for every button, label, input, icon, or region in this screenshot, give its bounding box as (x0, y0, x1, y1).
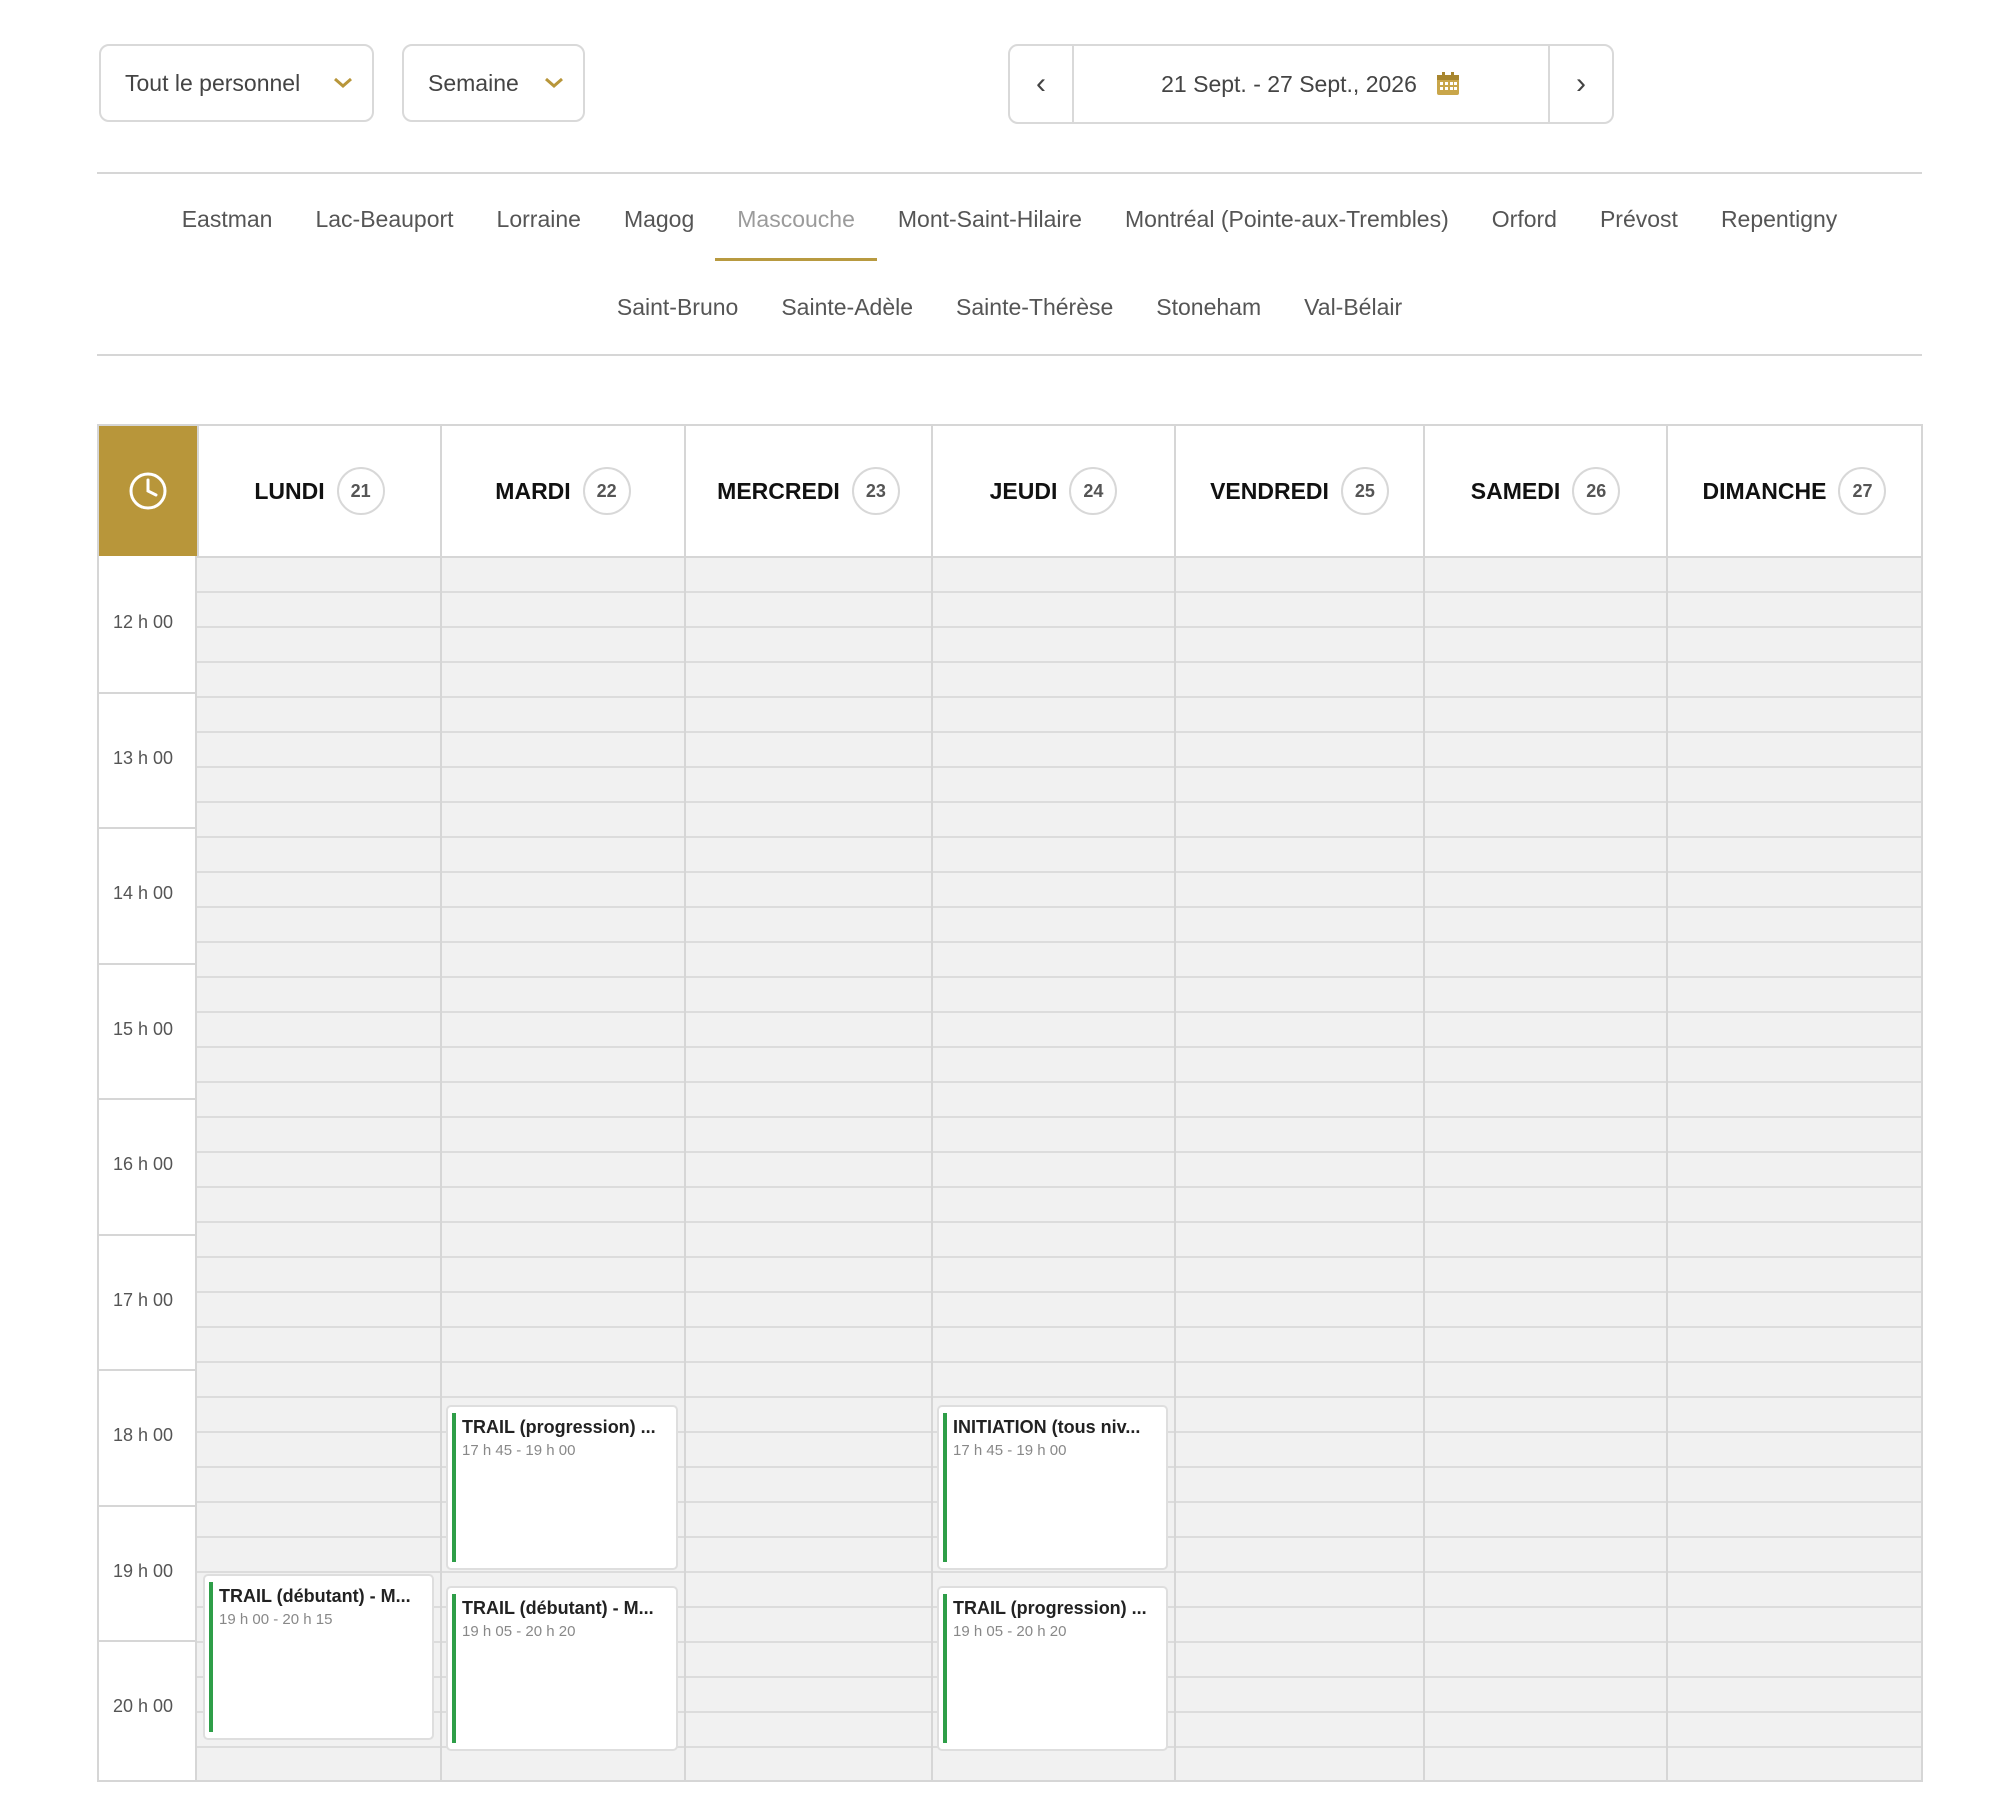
day-name: MERCREDI (717, 477, 840, 504)
hour-divider (99, 1504, 197, 1507)
chevron-down-icon (545, 77, 563, 88)
divider-bottom (97, 354, 1922, 356)
calendar-event[interactable]: TRAIL (progression) ... 17 h 45 - 19 h 00 (446, 1404, 678, 1571)
staff-select[interactable]: Tout le personnel (99, 44, 374, 122)
hour-divider (99, 1640, 197, 1642)
day-column-divider (1666, 556, 1668, 1780)
date-range-picker[interactable]: 21 Sept. - 27 Sept., 2026 (1074, 46, 1548, 122)
event-title: TRAIL (débutant) - M... (219, 1586, 411, 1607)
event-time: 19 h 00 - 20 h 15 (219, 1611, 333, 1629)
day-header: MERCREDI 23 (684, 426, 931, 556)
location-tab[interactable]: Stoneham (1156, 294, 1261, 321)
calendar-event[interactable]: TRAIL (progression) ... 19 h 05 - 20 h 20 (937, 1585, 1168, 1751)
day-header: VENDREDI 25 (1174, 426, 1423, 556)
hour-divider (99, 1233, 197, 1236)
day-name: JEUDI (989, 477, 1058, 504)
day-number-badge: 26 (1572, 467, 1621, 515)
hour-label: 19 h 00 (113, 1560, 174, 1581)
week-calendar: 12 h 00 13 h 00 14 h 00 15 h 00 16 h 00 17 h … (97, 424, 1923, 1782)
day-column-divider (1174, 556, 1176, 1780)
location-tab[interactable]: Val-Bélair (1304, 294, 1402, 321)
hour-label: 12 h 00 (113, 612, 174, 632)
clock-icon (129, 472, 167, 510)
event-time: 17 h 45 - 19 h 00 (953, 1441, 1067, 1459)
location-tab[interactable]: Mascouche (715, 206, 877, 261)
hour-label: 18 h 00 (113, 1425, 174, 1445)
view-select[interactable]: Semaine (402, 44, 585, 122)
day-number-badge: 22 (582, 467, 631, 515)
date-range-label: 21 Sept. - 27 Sept., 2026 (1161, 70, 1417, 97)
day-column-divider (684, 556, 686, 1780)
day-number-badge: 24 (1069, 467, 1118, 515)
day-name: MARDI (495, 477, 571, 504)
event-title: TRAIL (progression) ... (462, 1416, 656, 1437)
hour-divider (99, 827, 197, 829)
location-tab[interactable]: Prévost (1600, 206, 1678, 233)
location-tab[interactable]: Saint-Bruno (617, 294, 738, 321)
next-week-button[interactable]: › (1548, 46, 1612, 122)
hour-divider (99, 962, 197, 965)
day-name: VENDREDI (1210, 477, 1329, 504)
event-time: 17 h 45 - 19 h 00 (462, 1441, 576, 1459)
day-header: DIMANCHE 27 (1666, 426, 1921, 556)
hour-label: 20 h 00 (113, 1696, 174, 1716)
day-name: LUNDI (254, 477, 325, 504)
hour-label: 16 h 00 (113, 1154, 174, 1174)
day-number-badge: 27 (1838, 467, 1887, 515)
hour-divider (99, 1369, 197, 1371)
day-number-badge: 21 (336, 467, 385, 515)
day-number-badge: 23 (851, 467, 900, 515)
hour-label: 15 h 00 (113, 1018, 174, 1039)
day-header: LUNDI 21 (197, 426, 440, 556)
day-header: JEUDI 24 (931, 426, 1174, 556)
location-tab[interactable]: Montréal (Pointe-aux-Trembles) (1125, 206, 1449, 233)
location-tab[interactable]: Sainte-Adèle (781, 294, 913, 321)
hour-divider (99, 691, 197, 694)
time-column-divider (195, 556, 197, 1780)
view-select-label: Semaine (428, 69, 519, 96)
event-title: TRAIL (progression) ... (953, 1597, 1147, 1618)
divider-top (97, 172, 1922, 174)
calendar-event[interactable]: INITIATION (tous niv... 17 h 45 - 19 h 00 (937, 1404, 1168, 1571)
location-tab[interactable]: Eastman (182, 206, 273, 233)
day-header: SAMEDI 26 (1423, 426, 1666, 556)
day-header: MARDI 22 (440, 426, 684, 556)
location-tab[interactable]: Lac-Beauport (315, 206, 453, 233)
event-time: 19 h 05 - 20 h 20 (953, 1622, 1067, 1640)
day-name: DIMANCHE (1702, 477, 1827, 504)
hour-divider (99, 1098, 197, 1100)
location-tabs-row-1: Eastman Lac-Beauport Lorraine Magog Mascouch… (97, 206, 1922, 261)
hour-label: 14 h 00 (113, 883, 174, 903)
event-time: 19 h 05 - 20 h 20 (462, 1622, 576, 1640)
location-tab[interactable]: Magog (624, 206, 694, 233)
clock-header-cell (99, 426, 197, 556)
day-name: SAMEDI (1470, 477, 1561, 504)
time-column: 12 h 00 13 h 00 14 h 00 15 h 00 16 h 00 17 h … (99, 556, 197, 1780)
chevron-down-icon (334, 77, 352, 88)
location-tab[interactable]: Repentigny (1721, 206, 1837, 233)
day-number-badge: 25 (1340, 467, 1389, 515)
hour-label: 13 h 00 (113, 747, 174, 768)
location-tab[interactable]: Lorraine (497, 206, 581, 233)
day-column-divider (440, 556, 442, 1780)
location-tab[interactable]: Sainte-Thérèse (956, 294, 1113, 321)
day-column-divider (1423, 556, 1425, 1780)
calendar-icon (1436, 72, 1459, 95)
location-tabs-row-2: Saint-Bruno Sainte-Adèle Sainte-Thérèse Sto… (97, 294, 1922, 321)
hour-label: 17 h 00 (113, 1289, 174, 1310)
event-title: INITIATION (tous niv... (953, 1416, 1141, 1437)
staff-select-label: Tout le personnel (125, 69, 301, 96)
calendar-event[interactable]: TRAIL (débutant) - M... 19 h 00 - 20 h 15 (203, 1574, 434, 1740)
prev-week-button[interactable]: ‹ (1010, 46, 1074, 122)
location-tab[interactable]: Orford (1492, 206, 1557, 233)
location-tab[interactable]: Mont-Saint-Hilaire (898, 206, 1082, 233)
calendar-event[interactable]: TRAIL (débutant) - M... 19 h 05 - 20 h 20 (446, 1585, 678, 1751)
day-column-divider (931, 556, 933, 1780)
event-title: TRAIL (débutant) - M... (462, 1597, 654, 1618)
date-navigator: ‹ 21 Sept. - 27 Sept., 2026 › (1008, 44, 1614, 124)
